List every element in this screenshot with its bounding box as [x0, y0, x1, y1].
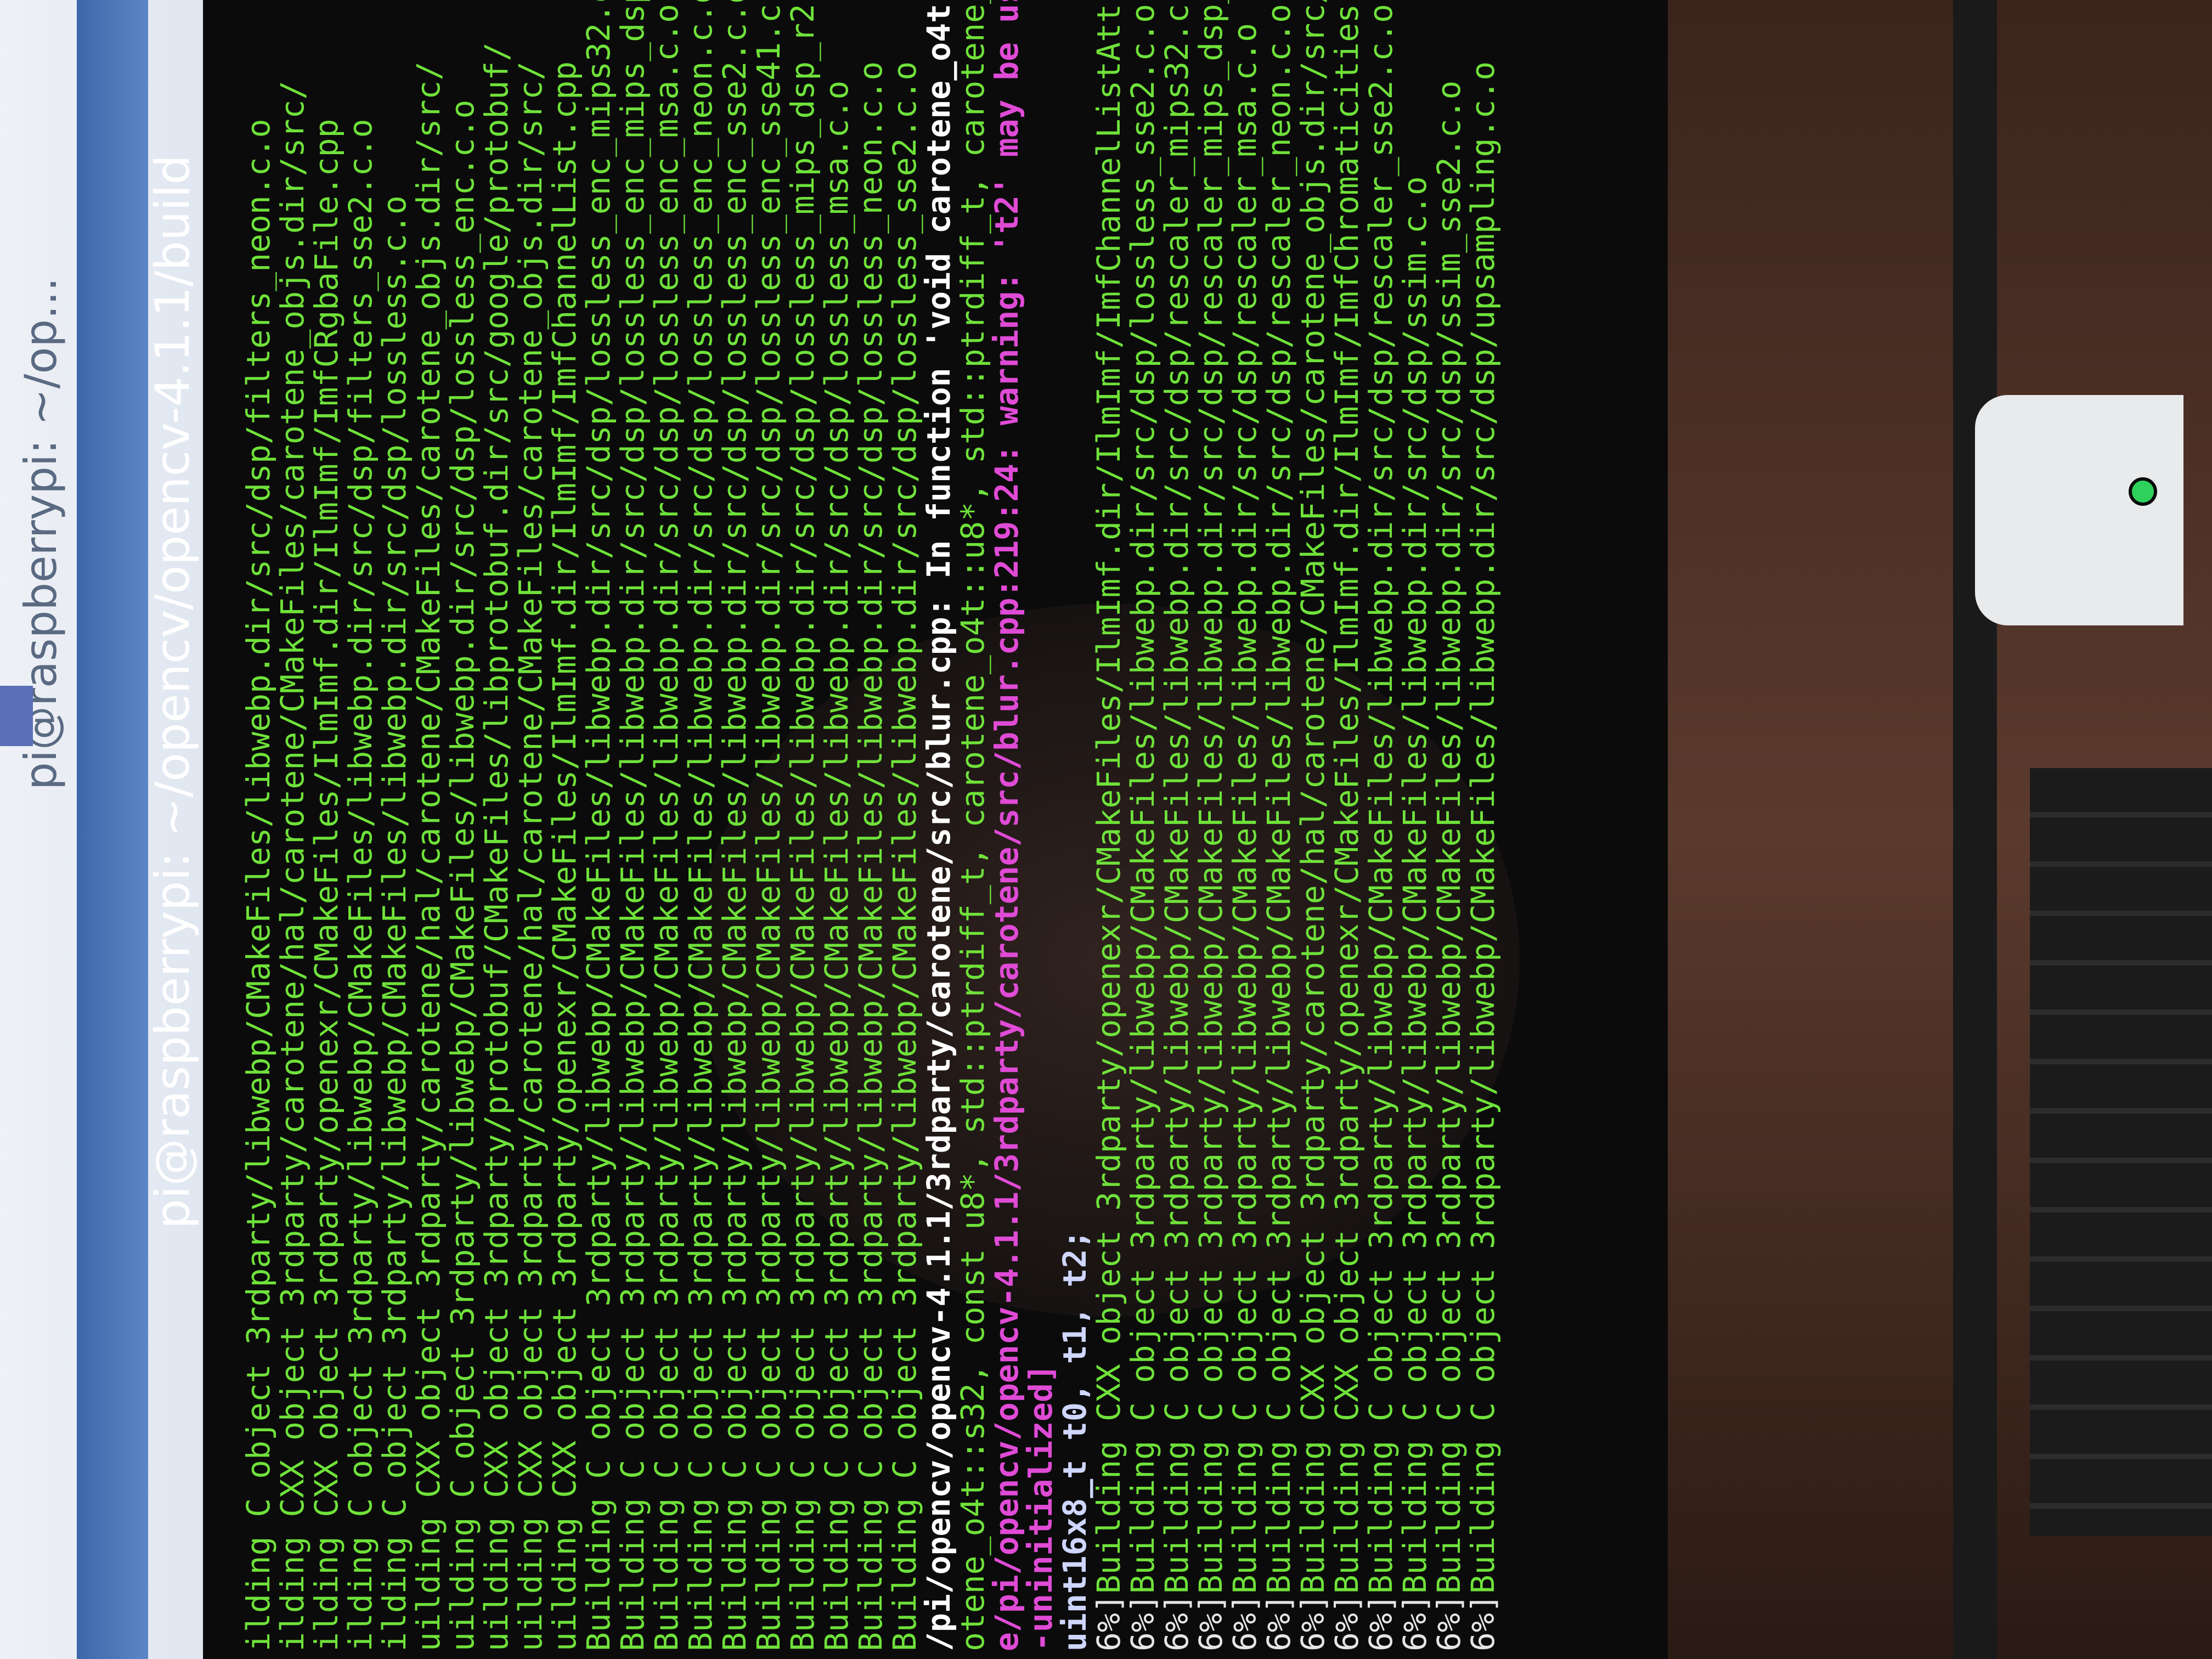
terminal-line: Building C object 3rdparty/libwebp/CMake… [648, 3, 685, 1651]
terminal-line-text: uint16x8_t t0, t1, t2; [1056, 1229, 1093, 1651]
terminal-line-text: Building C object 3rdparty/libwebp/CMake… [750, 0, 787, 1651]
progress-percent: 6%] [1124, 1594, 1161, 1651]
terminal-line-text: ilding C object 3rdparty/libwebp/CMakeFi… [240, 119, 277, 1651]
terminal-line: Building C object 3rdparty/libwebp/CMake… [886, 5, 923, 1651]
terminal-line-text: Building C object 3rdparty/libwebp/CMake… [1158, 0, 1195, 1594]
terminal-line-text: Building CXX object 3rdparty/openexr/CMa… [1090, 0, 1127, 1594]
terminal-line-text: Building C object 3rdparty/libwebp/CMake… [784, 0, 821, 1651]
keyboard [2030, 768, 2212, 1536]
terminal-line-text: Building C object 3rdparty/libwebp/CMake… [886, 61, 923, 1651]
terminal-line: Building C object 3rdparty/libwebp/CMake… [784, 0, 821, 1651]
terminal-line-text: Building C object 3rdparty/libwebp/CMake… [1430, 80, 1468, 1594]
terminal-line: ilding C object 3rdparty/libwebp/CMakeFi… [342, 5, 379, 1651]
terminal-line: -uninitialized] [1022, 5, 1059, 1651]
terminal-line-text: Building C object 3rdparty/libwebp/CMake… [1396, 176, 1434, 1594]
terminal-line-text: Building C object 3rdparty/libwebp/CMake… [580, 0, 617, 1651]
terminal-line-text: ilding CXX object 3rdparty/carotene/hal/… [274, 80, 311, 1651]
terminal-line-text: ilding C object 3rdparty/libwebp/CMakeFi… [342, 119, 379, 1651]
terminal-line: 6%]Building C object 3rdparty/libwebp/CM… [1464, 5, 1502, 1651]
terminal-line-text: Building C object 3rdparty/libwebp/CMake… [1124, 3, 1161, 1594]
terminal-line: 6%]Building C object 3rdparty/libwebp/CM… [1396, 5, 1434, 1651]
terminal-line: ilding C object 3rdparty/libwebp/CMakeFi… [376, 5, 413, 1651]
progress-percent: 6%] [1192, 1594, 1229, 1651]
terminal-line-text: Building CXX object 3rdparty/openexr/CMa… [1328, 0, 1365, 1594]
terminal-line-text: -uninitialized] [1022, 1364, 1059, 1651]
terminal-line-text: uilding CXX object 3rdparty/protobuf/CMa… [478, 42, 515, 1651]
terminal-line-text: Building C object 3rdparty/libwebp/CMake… [1226, 22, 1263, 1594]
terminal-line: uilding C object 3rdparty/libwebp/CMakeF… [444, 5, 481, 1651]
terminal-line-text: otene_o4t::s32, const u8*, std::ptrdiff_… [954, 0, 991, 1651]
terminal-line: ilding CXX object 3rdparty/openexr/CMake… [308, 5, 345, 1651]
terminal-line-text: /pi/opencv/opencv-4.1.1/3rdparty/caroten… [920, 0, 957, 1651]
terminal-line: uilding CXX object 3rdparty/openexr/CMak… [546, 5, 583, 1651]
terminal-line: 6%]Building C object 3rdparty/libwebp/CM… [1226, 5, 1263, 1651]
terminal-line-text: uilding CXX object 3rdparty/openexr/CMak… [546, 61, 583, 1651]
terminal-line: 6%]Building CXX object 3rdparty/openexr/… [1328, 0, 1365, 1651]
terminal-line-text: Building C object 3rdparty/libwebp/CMake… [818, 80, 855, 1651]
window-titlebar[interactable] [77, 0, 148, 1659]
terminal-output: ilding C object 3rdparty/libwebp/CMakeFi… [240, 0, 1887, 1651]
led-icon [2129, 477, 2157, 506]
terminal-line-text: Building CXX object 3rdparty/carotene/ha… [1294, 0, 1331, 1594]
terminal-line-text: Building C object 3rdparty/libwebp/CMake… [1260, 3, 1297, 1594]
terminal-line: 6%]Building C object 3rdparty/libwebp/CM… [1192, 0, 1229, 1651]
progress-percent: 6%] [1226, 1594, 1263, 1651]
terminal-line: Building C object 3rdparty/libwebp/CMake… [682, 0, 719, 1651]
terminal-line: Building C object 3rdparty/libwebp/CMake… [614, 0, 651, 1651]
terminal-line: ilding CXX object 3rdparty/carotene/hal/… [274, 5, 311, 1651]
terminal-line: Building C object 3rdparty/libwebp/CMake… [818, 5, 855, 1651]
terminal-line: 6%]Building C object 3rdparty/libwebp/CM… [1430, 5, 1468, 1651]
terminal-line: 6%]Building CXX object 3rdparty/carotene… [1294, 0, 1331, 1651]
progress-percent: 6%] [1396, 1594, 1434, 1651]
terminal-line-text: Building C object 3rdparty/libwebp/CMake… [716, 0, 753, 1651]
progress-percent: 6%] [1328, 1594, 1365, 1651]
terminal-line: 6%]Building C object 3rdparty/libwebp/CM… [1260, 3, 1297, 1651]
terminal-line-text: Building C object 3rdparty/libwebp/CMake… [648, 3, 685, 1651]
terminal-line: 6%]Building CXX object 3rdparty/openexr/… [1090, 0, 1127, 1651]
terminal-line-text: ilding CXX object 3rdparty/openexr/CMake… [308, 119, 345, 1651]
progress-percent: 6%] [1294, 1594, 1331, 1651]
terminal-line: /pi/opencv/opencv-4.1.1/3rdparty/caroten… [920, 0, 957, 1651]
progress-percent: 6%] [1158, 1594, 1195, 1651]
terminal-line: uint16x8_t t0, t1, t2; [1056, 5, 1093, 1651]
terminal-line: uilding CXX object 3rdparty/carotene/hal… [512, 5, 549, 1651]
terminal-line: 6%]Building C object 3rdparty/libwebp/CM… [1158, 0, 1195, 1651]
terminal-line: Building C object 3rdparty/libwebp/CMake… [580, 0, 617, 1651]
terminal-line-text: uilding C object 3rdparty/libwebp/CMakeF… [444, 99, 481, 1651]
terminal-line: Building C object 3rdparty/libwebp/CMake… [750, 0, 787, 1651]
terminal-line-text: Building C object 3rdparty/libwebp/CMake… [614, 0, 651, 1651]
terminal-line: 6%]Building C object 3rdparty/libwebp/CM… [1124, 3, 1161, 1651]
progress-percent: 6%] [1464, 1594, 1502, 1651]
terminal-line: uilding CXX object 3rdparty/protobuf/CMa… [478, 5, 515, 1651]
progress-percent: 6%] [1430, 1594, 1468, 1651]
terminal-line: Building C object 3rdparty/libwebp/CMake… [716, 0, 753, 1651]
terminal-line-text: uilding CXX object 3rdparty/carotene/hal… [410, 61, 447, 1651]
monitor-bezel [1953, 0, 1997, 1659]
terminal-line: e/pi/opencv/opencv-4.1.1/3rdparty/carote… [988, 0, 1025, 1651]
terminal-app-icon [0, 686, 33, 746]
terminal-line: ilding C object 3rdparty/libwebp/CMakeFi… [240, 5, 277, 1651]
progress-percent: 6%] [1362, 1594, 1400, 1651]
terminal-line-text: Building C object 3rdparty/libwebp/CMake… [1362, 3, 1400, 1594]
progress-percent: 6%] [1260, 1594, 1297, 1651]
terminal-line: uilding CXX object 3rdparty/carotene/hal… [410, 5, 447, 1651]
terminal-line-text: ilding C object 3rdparty/libwebp/CMakeFi… [376, 195, 413, 1651]
terminal-line: 6%]Building C object 3rdparty/libwebp/CM… [1362, 3, 1400, 1651]
terminal-line: Building C object 3rdparty/libwebp/CMake… [852, 5, 889, 1651]
terminal-line-text: e/pi/opencv/opencv-4.1.1/3rdparty/carote… [988, 0, 1025, 1651]
terminal-line-text: Building C object 3rdparty/libwebp/CMake… [852, 61, 889, 1651]
terminal-line-text: Building C object 3rdparty/libwebp/CMake… [682, 0, 719, 1651]
terminal-line-text: Building C object 3rdparty/libwebp/CMake… [1464, 61, 1502, 1594]
raspberry-pi-case [1975, 395, 2183, 625]
window-title: pi@raspberrypi: ~/opencv/opencv-4.1.1/bu… [145, 155, 200, 1229]
terminal-line-text: uilding CXX object 3rdparty/carotene/hal… [512, 61, 549, 1651]
progress-percent: 6%] [1090, 1594, 1127, 1651]
terminal-line: otene_o4t::s32, const u8*, std::ptrdiff_… [954, 0, 991, 1651]
terminal-line-text: Building C object 3rdparty/libwebp/CMake… [1192, 0, 1229, 1594]
